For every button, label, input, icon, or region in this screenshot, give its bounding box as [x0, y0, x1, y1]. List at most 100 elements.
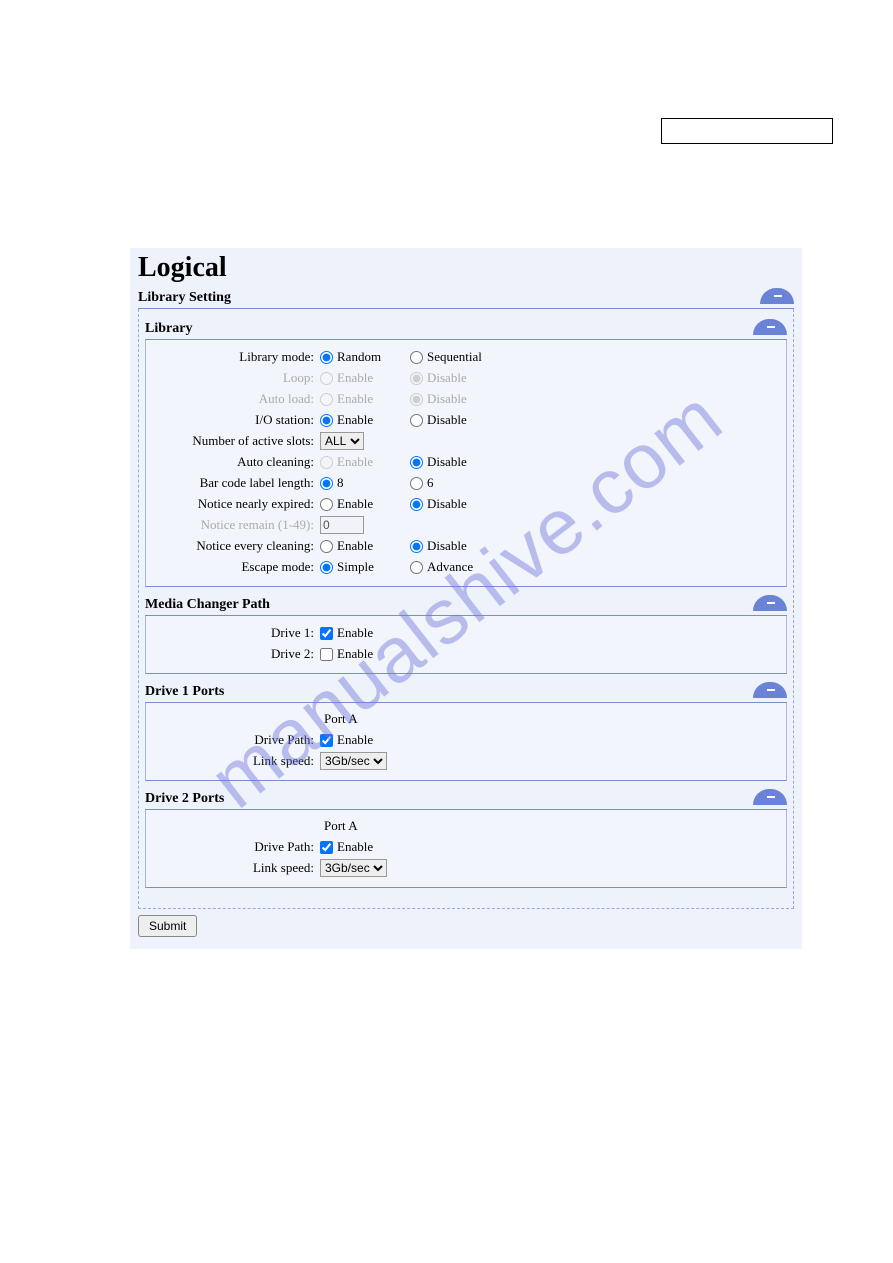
collapse-icon[interactable]: [760, 288, 794, 304]
opt-autoclean-disable: Disable: [427, 454, 467, 470]
submit-button[interactable]: Submit: [138, 915, 197, 937]
opt-barcode-6: 6: [427, 475, 434, 491]
label-notice-exp: Notice nearly expired:: [152, 496, 320, 512]
label-every-clean: Notice every cleaning:: [152, 538, 320, 554]
sub-mcp-header: Media Changer Path: [145, 597, 787, 613]
library-setting-frame: Library Library mode: Random Sequential …: [138, 309, 794, 909]
opt-barcode-8: 8: [337, 475, 344, 491]
radio-autoclean-disable[interactable]: [410, 456, 423, 469]
row-library-mode: Library mode: Random Sequential: [152, 347, 780, 367]
label-d1-path: Drive Path:: [152, 732, 320, 748]
opt-notice-exp-enable: Enable: [337, 496, 373, 512]
label-autoclean: Auto cleaning:: [152, 454, 320, 470]
section-library-setting: Library Setting: [138, 290, 794, 306]
label-autoload: Auto load:: [152, 391, 320, 407]
select-d2-speed[interactable]: 3Gb/sec: [320, 859, 387, 877]
row-d1-path: Drive Path: Enable: [152, 730, 780, 750]
page-title: Logical: [138, 252, 794, 284]
check-d1-path[interactable]: [320, 734, 333, 747]
opt-sequential: Sequential: [427, 349, 482, 365]
opt-autoload-enable: Enable: [337, 391, 373, 407]
row-autoload: Auto load: Enable Disable: [152, 389, 780, 409]
mcp-box: Drive 1: Enable Drive 2: Enable: [145, 616, 787, 674]
opt-autoload-disable: Disable: [427, 391, 467, 407]
collapse-icon[interactable]: [753, 789, 787, 805]
opt-every-clean-disable: Disable: [427, 538, 467, 554]
label-library-mode: Library mode:: [152, 349, 320, 365]
radio-escape-advance[interactable]: [410, 561, 423, 574]
opt-loop-enable: Enable: [337, 370, 373, 386]
opt-io-enable: Enable: [337, 412, 373, 428]
row-notice-expired: Notice nearly expired: Enable Disable: [152, 494, 780, 514]
row-autoclean: Auto cleaning: Enable Disable: [152, 452, 780, 472]
label-remain: Notice remain (1-49):: [152, 517, 320, 533]
opt-mcp-drive2: Enable: [337, 646, 373, 662]
check-mcp-drive1[interactable]: [320, 627, 333, 640]
logical-panel: manualshive.com Logical Library Setting …: [130, 248, 802, 949]
sub-d1-title: Drive 1 Ports: [145, 684, 224, 699]
row-mcp-drive1: Drive 1: Enable: [152, 623, 780, 643]
sub-d2-title: Drive 2 Ports: [145, 791, 224, 806]
row-slots: Number of active slots: ALL: [152, 431, 780, 451]
row-loop: Loop: Enable Disable: [152, 368, 780, 388]
label-io: I/O station:: [152, 412, 320, 428]
radio-notice-exp-disable[interactable]: [410, 498, 423, 511]
check-mcp-drive2[interactable]: [320, 648, 333, 661]
d1-box: Port A Drive Path: Enable Link speed: 3G…: [145, 703, 787, 781]
radio-barcode-8[interactable]: [320, 477, 333, 490]
select-d1-speed[interactable]: 3Gb/sec: [320, 752, 387, 770]
radio-escape-simple[interactable]: [320, 561, 333, 574]
radio-io-enable[interactable]: [320, 414, 333, 427]
check-d2-path[interactable]: [320, 841, 333, 854]
opt-d1-path: Enable: [337, 732, 373, 748]
opt-loop-disable: Disable: [427, 370, 467, 386]
opt-notice-exp-disable: Disable: [427, 496, 467, 512]
row-d2-path: Drive Path: Enable: [152, 837, 780, 857]
sub-mcp-title: Media Changer Path: [145, 597, 270, 612]
radio-library-mode-sequential[interactable]: [410, 351, 423, 364]
label-mcp-drive2: Drive 2:: [152, 646, 320, 662]
radio-loop-disable: [410, 372, 423, 385]
row-mcp-drive2: Drive 2: Enable: [152, 644, 780, 664]
sub-library-header: Library: [145, 321, 787, 337]
d2-port-header: Port A: [324, 816, 780, 836]
opt-mcp-drive1: Enable: [337, 625, 373, 641]
row-barcode: Bar code label length: 8 6: [152, 473, 780, 493]
collapse-icon[interactable]: [753, 319, 787, 335]
radio-library-mode-random[interactable]: [320, 351, 333, 364]
label-mcp-drive1: Drive 1:: [152, 625, 320, 641]
radio-loop-enable: [320, 372, 333, 385]
select-slots[interactable]: ALL: [320, 432, 364, 450]
opt-d2-path: Enable: [337, 839, 373, 855]
label-d2-speed: Link speed:: [152, 860, 320, 876]
row-notice-remain: Notice remain (1-49):: [152, 515, 780, 535]
opt-random: Random: [337, 349, 381, 365]
row-io-station: I/O station: Enable Disable: [152, 410, 780, 430]
radio-notice-exp-enable[interactable]: [320, 498, 333, 511]
radio-barcode-6[interactable]: [410, 477, 423, 490]
label-barcode: Bar code label length:: [152, 475, 320, 491]
radio-autoload-disable: [410, 393, 423, 406]
radio-autoclean-enable: [320, 456, 333, 469]
row-escape: Escape mode: Simple Advance: [152, 557, 780, 577]
radio-every-clean-enable[interactable]: [320, 540, 333, 553]
collapse-icon[interactable]: [753, 595, 787, 611]
collapse-icon[interactable]: [753, 682, 787, 698]
opt-escape-simple: Simple: [337, 559, 374, 575]
label-escape: Escape mode:: [152, 559, 320, 575]
library-box: Library mode: Random Sequential Loop: En…: [145, 340, 787, 587]
row-d2-speed: Link speed: 3Gb/sec: [152, 858, 780, 878]
label-d2-path: Drive Path:: [152, 839, 320, 855]
opt-autoclean-enable: Enable: [337, 454, 373, 470]
d1-port-header: Port A: [324, 709, 780, 729]
top-decorative-box: [661, 118, 833, 144]
radio-io-disable[interactable]: [410, 414, 423, 427]
radio-every-clean-disable[interactable]: [410, 540, 423, 553]
opt-escape-advance: Advance: [427, 559, 473, 575]
label-loop: Loop:: [152, 370, 320, 386]
row-every-clean: Notice every cleaning: Enable Disable: [152, 536, 780, 556]
label-d1-speed: Link speed:: [152, 753, 320, 769]
sub-d2-header: Drive 2 Ports: [145, 791, 787, 807]
opt-io-disable: Disable: [427, 412, 467, 428]
sub-library-title: Library: [145, 321, 192, 336]
